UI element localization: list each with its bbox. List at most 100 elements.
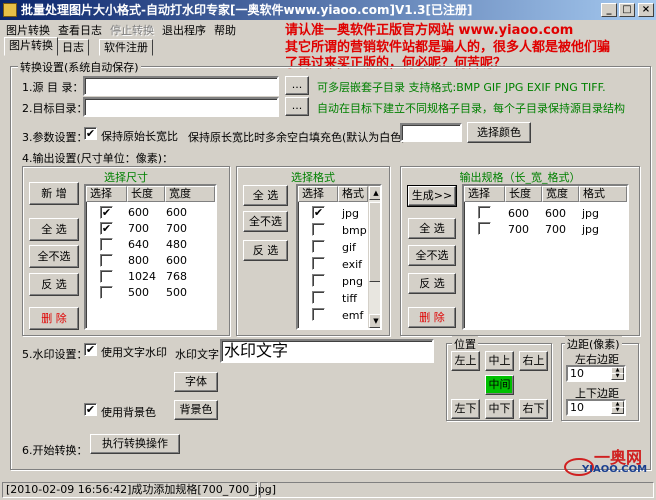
browse-source-button[interactable]: ...: [285, 76, 309, 95]
format-row-checkbox[interactable]: [312, 274, 325, 287]
menu-exit[interactable]: 退出程序: [162, 22, 206, 38]
use-text-watermark-checkbox[interactable]: ✔: [84, 343, 97, 356]
format-row-checkbox[interactable]: [312, 291, 325, 304]
format-row-format: jpg: [342, 207, 360, 220]
position-top-right-button[interactable]: 右上: [519, 351, 548, 371]
scroll-up-icon[interactable]: ▲: [369, 186, 380, 200]
maximize-button[interactable]: □: [619, 3, 635, 17]
output-row-checkbox[interactable]: [478, 222, 491, 235]
output-invert-button[interactable]: 反 选: [408, 273, 456, 294]
status-message: [2010-02-09 16:56:42]成功添加规格[700_700_jpg]: [2, 482, 276, 498]
keep-ratio-label: 保持原始长宽比: [101, 130, 178, 143]
tab-register[interactable]: 软件注册: [99, 39, 153, 56]
position-top-center-button[interactable]: 中上: [485, 351, 514, 371]
browse-target-button[interactable]: ...: [285, 97, 309, 116]
format-row-checkbox[interactable]: [312, 257, 325, 270]
size-select-all-button[interactable]: 全 选: [29, 218, 79, 241]
size-row-width: 600: [166, 206, 187, 219]
output-row-checkbox[interactable]: [478, 206, 491, 219]
keep-ratio-checkbox[interactable]: ✔: [84, 127, 97, 140]
position-bottom-left-button[interactable]: 左下: [451, 399, 480, 419]
size-row-checkbox[interactable]: [100, 254, 113, 267]
format-row-format: tiff: [342, 292, 357, 305]
generate-button[interactable]: 生成>>: [407, 185, 457, 207]
format-row-checkbox[interactable]: [312, 223, 325, 236]
source-dir-input[interactable]: [83, 76, 279, 96]
status-empty-panel: [260, 482, 654, 498]
output-row-width: 600: [545, 207, 566, 220]
start-convert-label: 6.开始转换：: [22, 444, 88, 457]
font-button[interactable]: 字体: [174, 372, 218, 392]
target-dir-input[interactable]: [83, 97, 279, 117]
format-row-format: exif: [342, 258, 363, 271]
margin-lr-value: 10: [570, 367, 584, 380]
size-row-width: 480: [166, 238, 187, 251]
format-scrollbar[interactable]: ▲ ▼: [368, 186, 380, 328]
size-delete-button[interactable]: 删 除: [29, 307, 79, 330]
margin-tb-spinbox[interactable]: 10 ▲ ▼: [566, 399, 626, 416]
size-row-length: 500: [128, 286, 149, 299]
output-row-format: jpg: [582, 207, 600, 220]
output-select-none-button[interactable]: 全不选: [408, 245, 456, 266]
title-bar: 批量处理图片大小格式-自动打水印专家[一奥软件www.yiaoo.com]V1.…: [0, 0, 656, 20]
position-bottom-right-button[interactable]: 右下: [519, 399, 548, 419]
bg-color-button[interactable]: 背景色: [174, 400, 218, 420]
format-row-checkbox[interactable]: ✔: [312, 206, 325, 219]
size-select-none-button[interactable]: 全不选: [29, 245, 79, 268]
choose-color-button[interactable]: 选择颜色: [467, 122, 531, 143]
use-bg-color-checkbox[interactable]: ✔: [84, 403, 97, 416]
size-row-checkbox[interactable]: [100, 270, 113, 283]
use-text-watermark-label: 使用文字水印: [101, 346, 167, 359]
output-settings-label: 4.输出设置(尺寸单位：像素)：: [22, 152, 174, 165]
output-row-length: 600: [508, 207, 529, 220]
size-grid[interactable]: 选择 长度 宽度 ✔ 600 600 ✔ 700 700 640 480 800…: [84, 184, 217, 330]
format-row-format: gif: [342, 241, 356, 254]
close-button[interactable]: ×: [638, 3, 654, 17]
size-row-checkbox[interactable]: [100, 238, 113, 251]
target-hint: 自动在目标下建立不同规格子目录，每个子目录保持源目录结构: [317, 102, 625, 115]
spin-down-icon[interactable]: ▼: [611, 373, 624, 380]
output-select-all-button[interactable]: 全 选: [408, 218, 456, 239]
use-bg-color-label: 使用背景色: [101, 406, 156, 419]
size-row-checkbox[interactable]: ✔: [100, 222, 113, 235]
spin-down-icon[interactable]: ▼: [611, 407, 624, 414]
output-delete-button[interactable]: 删 除: [408, 307, 456, 328]
menu-help[interactable]: 帮助: [214, 22, 236, 38]
size-add-button[interactable]: 新 增: [29, 182, 79, 205]
size-row-checkbox[interactable]: [100, 286, 113, 299]
size-row-checkbox[interactable]: ✔: [100, 206, 113, 219]
scroll-thumb[interactable]: [369, 202, 380, 282]
minimize-button[interactable]: _: [601, 3, 617, 17]
tab-convert[interactable]: 图片转换: [4, 37, 58, 56]
position-center-button[interactable]: 中间: [485, 375, 514, 395]
fill-color-input[interactable]: [400, 123, 462, 142]
size-row-length: 700: [128, 222, 149, 235]
position-top-left-button[interactable]: 左上: [451, 351, 480, 371]
format-row-checkbox[interactable]: [312, 240, 325, 253]
tab-log[interactable]: 日志: [57, 39, 89, 56]
output-row-length: 700: [508, 223, 529, 236]
menu-stop-convert[interactable]: 停止转换: [110, 22, 154, 38]
format-col-format: 格式: [338, 186, 368, 202]
menu-convert[interactable]: 图片转换: [6, 22, 50, 38]
fill-color-label: 保持原长宽比时多余空白填充色(默认为白色)：: [188, 131, 417, 144]
watermark-text-label: 水印文字: [175, 348, 219, 361]
output-grid[interactable]: 选择 长度 宽度 格式 600 600 jpg 700 700 jpg: [462, 184, 629, 330]
size-invert-button[interactable]: 反 选: [29, 273, 79, 296]
watermark-text-input[interactable]: 水印文字: [220, 339, 434, 363]
menu-view-log[interactable]: 查看日志: [58, 22, 102, 38]
source-dir-label: 1.源 目 录：: [22, 81, 84, 94]
format-row-checkbox[interactable]: [312, 308, 325, 321]
scroll-down-icon[interactable]: ▼: [369, 314, 380, 328]
format-row-format: png: [342, 275, 363, 288]
position-bottom-center-button[interactable]: 中下: [485, 399, 514, 419]
format-invert-button[interactable]: 反 选: [243, 240, 288, 261]
margin-lr-spinbox[interactable]: 10 ▲ ▼: [566, 365, 626, 382]
format-select-none-button[interactable]: 全不选: [243, 211, 288, 232]
format-row-format: emf: [342, 309, 364, 322]
format-select-all-button[interactable]: 全 选: [243, 185, 288, 206]
format-grid[interactable]: 选择 格式 ✔ jpg bmp gif exif png tiff emf ▲ …: [296, 184, 382, 330]
execute-convert-button[interactable]: 执行转换操作: [90, 434, 180, 454]
size-row-length: 1024: [128, 270, 156, 283]
output-col-length: 长度: [505, 186, 542, 202]
